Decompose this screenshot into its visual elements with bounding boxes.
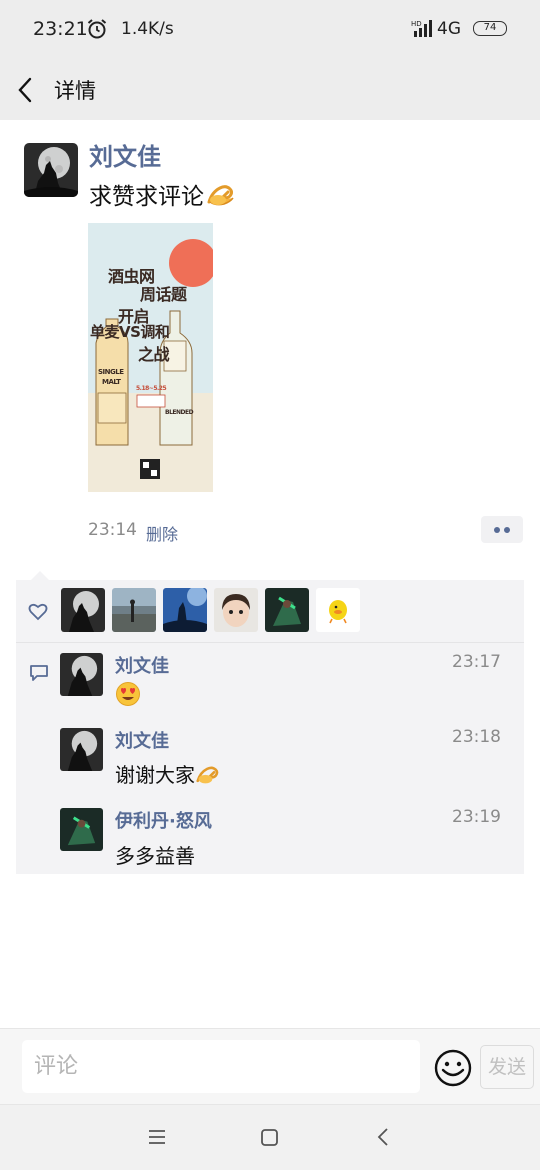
emoji-icon[interactable] (433, 1048, 473, 1088)
nav-back-icon[interactable] (377, 1127, 389, 1147)
comment-time: 23:19 (452, 807, 501, 827)
dot-icon (504, 527, 510, 533)
status-bar: 23:21 1.4K/s HD 4G 74 (0, 0, 540, 60)
post-text: 求赞求评论 (89, 184, 204, 210)
like-avatar-warcraft[interactable] (265, 588, 309, 632)
comment-content: 多多益善 (115, 840, 195, 869)
battery-indicator: 74 (473, 21, 507, 36)
more-options-button[interactable] (481, 516, 523, 543)
comment-avatar[interactable] (60, 808, 103, 851)
heart-outline-icon (28, 603, 48, 621)
poster-bottle-left-line-1: SINGLE (98, 368, 124, 376)
status-time: 23:21 (33, 18, 88, 40)
battery-level: 74 (483, 22, 497, 33)
comment-input[interactable] (22, 1040, 420, 1093)
poster-bottle-right-label: BLENDED (165, 409, 194, 416)
poster-line-2: 周话题 (140, 285, 187, 304)
like-avatar-landscape[interactable] (112, 588, 156, 632)
menu-icon[interactable] (148, 1129, 166, 1145)
poster-line-4: 单麦VS调和 (90, 323, 170, 341)
comment-time: 23:17 (452, 652, 501, 672)
post-time: 23:14 (88, 520, 137, 540)
poster-line-5: 之战 (138, 345, 170, 364)
alarm-icon (87, 19, 107, 39)
heart-eyes-emoji-icon (116, 682, 140, 706)
network-speed: 1.4K/s (121, 19, 174, 39)
like-avatar-duck[interactable] (316, 588, 360, 632)
send-button[interactable]: 发送 (480, 1045, 534, 1089)
ok-hand-emoji-icon (207, 185, 234, 206)
comment-author[interactable]: 刘文佳 (115, 727, 169, 753)
comment-avatar[interactable] (60, 653, 103, 696)
author-avatar[interactable] (24, 143, 78, 197)
signal-icon: HD (411, 20, 432, 37)
network-type: 4G (437, 19, 461, 39)
like-avatar-child[interactable] (214, 588, 258, 632)
panel-divider (16, 642, 524, 643)
comment-time: 23:18 (452, 727, 501, 747)
header-bar: 详情 (0, 60, 540, 120)
post-image[interactable]: 酒虫网 周话题 开启 单麦VS调和 之战 SINGLE MALT BLENDED… (88, 223, 213, 492)
comment-author[interactable]: 伊利丹·怒风 (115, 807, 212, 833)
dot-icon (494, 527, 500, 533)
delete-link[interactable]: 删除 (146, 521, 178, 545)
comment-text: 谢谢大家 (115, 763, 195, 787)
poster-date: 5.18~5.25 (136, 385, 167, 392)
comment-content: 谢谢大家 (115, 759, 221, 788)
comment-text: 多多益善 (115, 844, 195, 868)
comment-avatar[interactable] (60, 728, 103, 771)
svg-text:HD: HD (411, 20, 422, 28)
ok-hand-emoji-icon (196, 765, 219, 783)
comment-content (115, 681, 141, 707)
comment-author[interactable]: 刘文佳 (115, 652, 169, 678)
home-square-icon[interactable] (261, 1129, 278, 1146)
like-avatar-sky[interactable] (163, 588, 207, 632)
page-title: 详情 (54, 79, 96, 103)
comment-icon (30, 665, 48, 681)
post-author-name[interactable]: 刘文佳 (89, 137, 161, 172)
like-avatar-wolf[interactable] (61, 588, 105, 632)
back-arrow-icon[interactable] (16, 76, 36, 104)
post-text-row: 求赞求评论 (89, 177, 236, 211)
poster-bottle-left-line-2: MALT (102, 378, 121, 386)
